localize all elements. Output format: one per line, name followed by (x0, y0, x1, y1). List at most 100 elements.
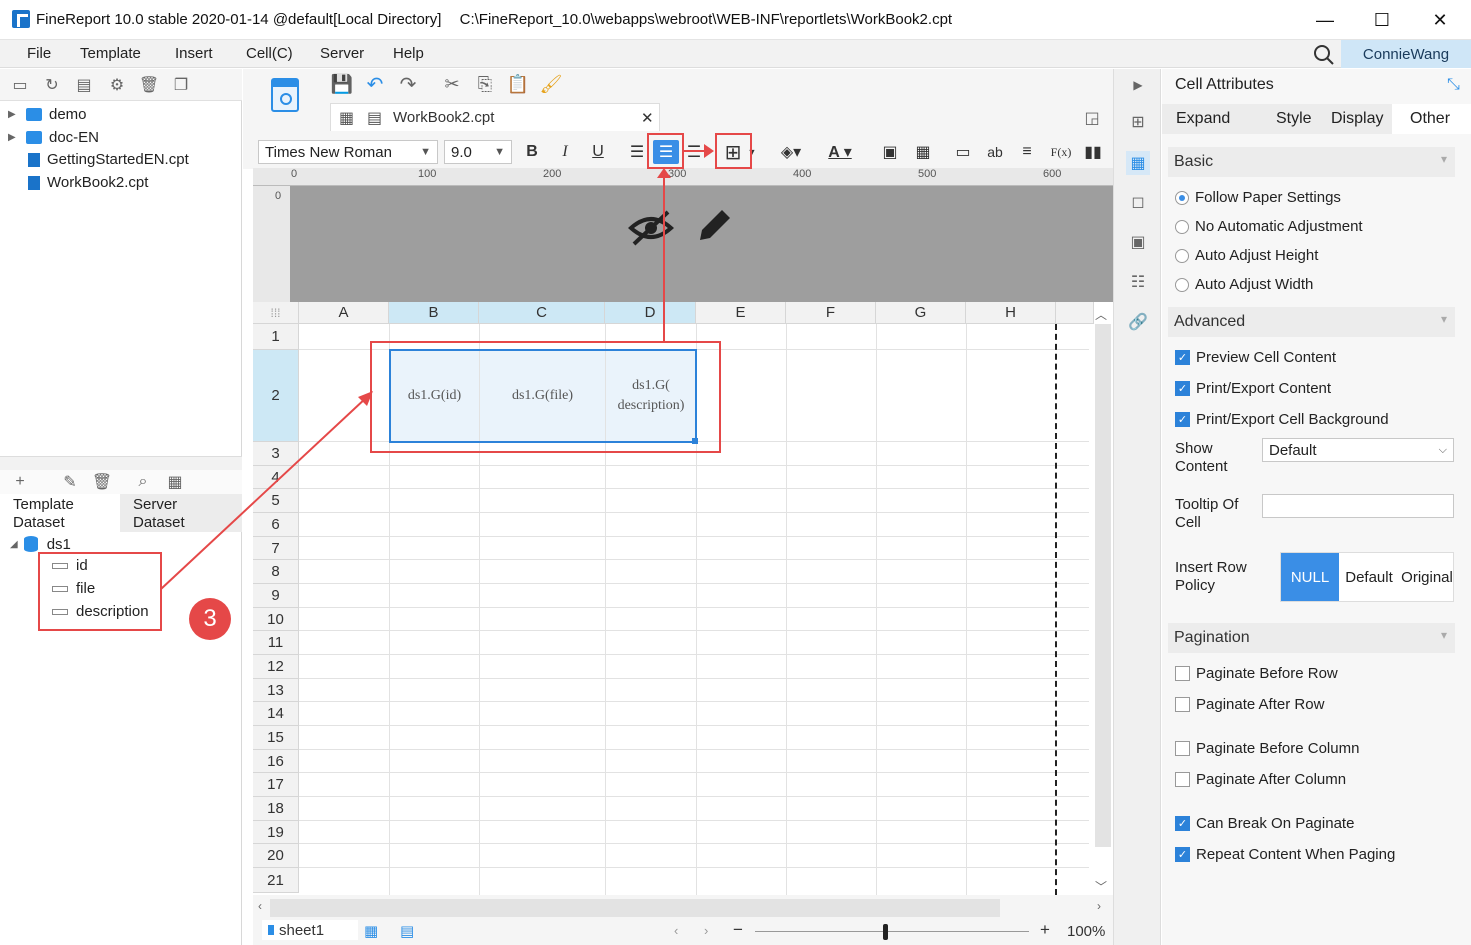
check-repeat-content[interactable]: ✓ Repeat Content When Paging (1175, 846, 1395, 863)
text-ab-button[interactable]: ab (984, 141, 1006, 163)
tree-item-gettingstarted[interactable]: GettingStartedEN.cpt (10, 151, 189, 168)
close-window-button[interactable]: ✕ (1411, 0, 1469, 40)
font-family-select[interactable]: Times New Roman ▼ (258, 140, 438, 164)
checkbox[interactable]: ✓ (1175, 350, 1190, 365)
undo-icon[interactable]: ↶ (365, 74, 385, 96)
next-sheet-icon[interactable]: › (704, 923, 708, 938)
radio-follow-paper[interactable]: Follow Paper Settings (1175, 189, 1341, 206)
tab-style[interactable]: Style (1276, 110, 1312, 128)
align-right-button[interactable]: ☰ (684, 141, 704, 163)
tree-item-workbook2[interactable]: WorkBook2.cpt (10, 174, 148, 191)
radio-auto-width[interactable]: Auto Adjust Width (1175, 276, 1313, 293)
menu-insert[interactable]: Insert (175, 45, 213, 62)
zoom-in-button[interactable]: + (1040, 920, 1050, 940)
locate-icon[interactable]: ▤ (74, 75, 94, 95)
condition-icon[interactable]: ☷ (1128, 272, 1148, 292)
menu-help[interactable]: Help (393, 45, 424, 62)
refresh-icon[interactable]: ↻ (42, 75, 62, 95)
new-report-icon[interactable] (270, 77, 302, 117)
insert-default-button[interactable]: Default (1339, 553, 1399, 601)
collapse-arrow-icon[interactable]: ▶ (1128, 75, 1148, 95)
scroll-left-icon[interactable]: ‹ (258, 899, 262, 913)
dataset-item-ds1[interactable]: ◢ ds1 (10, 535, 71, 553)
row-header[interactable]: 16 (253, 750, 299, 773)
check-print-background[interactable]: ✓ Print/Export Cell Background (1175, 411, 1389, 428)
collapse-caret-icon[interactable]: ◢ (10, 539, 18, 550)
search-icon[interactable] (1313, 44, 1335, 66)
menu-server[interactable]: Server (320, 45, 364, 62)
horizontal-scrollbar[interactable] (270, 899, 1000, 917)
zoom-out-button[interactable]: − (733, 920, 743, 940)
add-sheet-icon[interactable]: ▦ (364, 922, 378, 940)
fill-color-button[interactable]: ◈▾ (774, 141, 808, 163)
minimize-button[interactable]: — (1296, 0, 1354, 40)
section-pagination[interactable]: Pagination (1168, 623, 1455, 653)
check-paginate-after-row[interactable]: Paginate After Row (1175, 696, 1324, 713)
radio-button[interactable] (1175, 248, 1189, 263)
report-header-area[interactable] (253, 186, 1113, 302)
column-header[interactable]: E (696, 302, 786, 324)
paragraph-icon[interactable]: ≡ (1016, 141, 1038, 163)
sheet-tab[interactable]: sheet1 (262, 920, 358, 940)
column-header[interactable]: C (479, 302, 605, 324)
checkbox[interactable] (1175, 772, 1190, 787)
check-preview-cell[interactable]: ✓ Preview Cell Content (1175, 349, 1336, 366)
row-header[interactable]: 15 (253, 726, 299, 750)
user-button[interactable]: ConnieWang (1341, 40, 1471, 68)
row-header[interactable]: 13 (253, 679, 299, 702)
column-header[interactable]: B (389, 302, 479, 324)
split-cells-icon[interactable]: ▦ (912, 141, 934, 163)
widget-icon[interactable]: ▣ (1128, 232, 1148, 252)
check-paginate-before-row[interactable]: Paginate Before Row (1175, 665, 1338, 682)
radio-button[interactable] (1175, 219, 1189, 234)
row-header[interactable]: 11 (253, 631, 299, 655)
bold-button[interactable]: B (523, 141, 541, 163)
pin-icon[interactable]: ⤡ (1447, 76, 1460, 94)
row-header[interactable]: 14 (253, 702, 299, 726)
row-header[interactable]: 18 (253, 797, 299, 821)
row-header[interactable]: 17 (253, 773, 299, 797)
radio-no-adjust[interactable]: No Automatic Adjustment (1175, 218, 1363, 235)
check-paginate-after-column[interactable]: Paginate After Column (1175, 771, 1346, 788)
font-size-select[interactable]: 9.0 ▼ (444, 140, 512, 164)
cell-attributes-icon[interactable]: ▦ (1126, 151, 1150, 175)
new-folder-icon[interactable]: ▭ (10, 75, 30, 95)
row-header[interactable]: 19 (253, 821, 299, 844)
save-icon[interactable]: 💾 (331, 74, 353, 94)
tooltip-input[interactable] (1262, 494, 1454, 518)
italic-button[interactable]: I (556, 141, 574, 163)
zoom-slider-track[interactable] (755, 931, 1029, 932)
column-header[interactable]: D (605, 302, 696, 324)
add-poly-sheet-icon[interactable]: ▤ (400, 922, 414, 940)
settings-icon[interactable]: ⚙ (107, 75, 127, 95)
prev-sheet-icon[interactable]: ‹ (674, 923, 678, 938)
float-element-icon[interactable]: ◻ (1128, 192, 1148, 212)
formula-button[interactable]: F(x) (1048, 141, 1074, 163)
align-left-button[interactable]: ☰ (627, 141, 647, 163)
tab-other[interactable]: Other (1392, 104, 1471, 134)
hyperlink-icon[interactable]: 🔗 (1128, 312, 1148, 332)
hide-eye-icon[interactable] (628, 208, 674, 248)
tab-display[interactable]: Display (1331, 110, 1383, 128)
cut-icon[interactable]: ✂ (442, 74, 462, 94)
row-header[interactable]: 20 (253, 844, 299, 868)
paste-icon[interactable]: 📋 (507, 74, 529, 94)
scroll-up-icon[interactable]: ︿ (1095, 306, 1107, 323)
check-print-content[interactable]: ✓ Print/Export Content (1175, 380, 1331, 397)
underline-button[interactable]: U (589, 141, 607, 163)
checkbox[interactable] (1175, 697, 1190, 712)
chart-icon[interactable]: ▮▮ (1082, 141, 1104, 163)
font-color-button[interactable]: A ▾ (820, 141, 860, 163)
column-header[interactable]: F (786, 302, 876, 324)
menu-template[interactable]: Template (80, 45, 141, 62)
delete-icon[interactable]: 🗑 (139, 75, 159, 95)
tab-template-dataset[interactable]: Template Dataset (0, 494, 120, 532)
expand-caret-icon[interactable]: ▶ (8, 109, 16, 120)
scroll-down-icon[interactable]: ﹀ (1095, 878, 1107, 895)
checkbox[interactable]: ✓ (1175, 816, 1190, 831)
edit-pencil-icon[interactable] (694, 206, 732, 246)
document-tab[interactable]: ▦ ▤ WorkBook2.cpt ✕ (330, 103, 660, 131)
maximize-button[interactable]: ☐ (1353, 0, 1411, 40)
format-painter-icon[interactable]: 🖌 (540, 74, 563, 94)
checkbox[interactable]: ✓ (1175, 847, 1190, 862)
